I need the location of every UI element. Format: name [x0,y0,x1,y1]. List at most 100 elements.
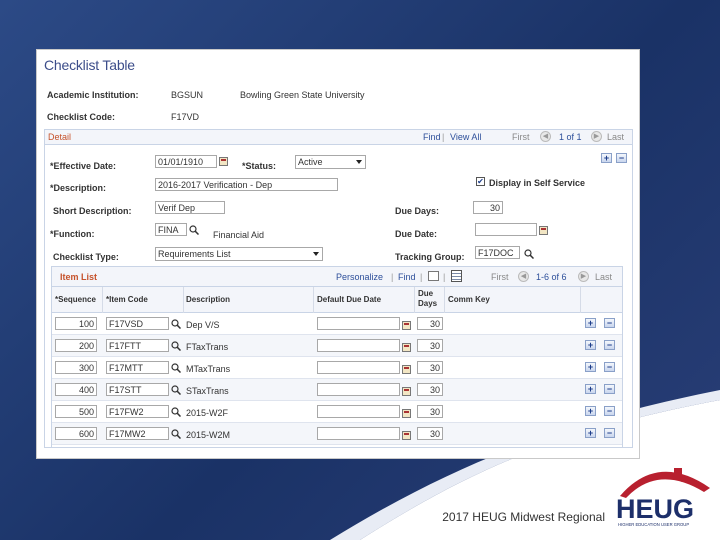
next-arrow-icon[interactable]: ▶ [591,131,602,142]
default-due-date-input[interactable] [317,339,400,352]
due-days-input[interactable]: 30 [417,383,443,396]
lookup-icon[interactable] [189,225,199,235]
due-days-input[interactable]: 30 [417,339,443,352]
calendar-icon[interactable] [539,226,548,235]
display-in-self-service-label: Display in Self Service [489,178,586,188]
personalize-link[interactable]: Personalize [336,272,383,282]
column-divider [102,287,103,313]
description-input[interactable]: 2016-2017 Verification - Dep [155,178,338,191]
due-days-input[interactable]: 30 [417,427,443,440]
delete-row-icon[interactable]: − [604,340,615,350]
calendar-icon[interactable] [219,157,228,166]
sequence-input[interactable]: 400 [55,383,97,396]
short-description-input[interactable]: Verif Dep [155,201,225,214]
table-row: 400 F17STT STaxTrans 30 + − [52,379,622,401]
calendar-icon[interactable] [402,321,411,330]
delete-row-icon[interactable]: − [604,362,615,372]
previous-arrow-icon[interactable]: ◀ [540,131,551,142]
lookup-icon[interactable] [171,341,181,351]
due-date-label: Due Date: [395,229,438,239]
lookup-icon[interactable] [171,429,181,439]
add-row-icon[interactable]: + [601,153,612,163]
due-days-input[interactable]: 30 [473,201,503,214]
column-header-due-days: Due Days [418,289,438,308]
default-due-date-input[interactable] [317,361,400,374]
checklist-code-label: Checklist Code: [47,112,116,122]
lookup-icon[interactable] [524,249,534,259]
detail-find-link[interactable]: Find [423,132,441,142]
table-row: 500 F17FW2 2015-W2F 30 + − [52,401,622,423]
lookup-icon[interactable] [171,385,181,395]
due-days-input[interactable]: 30 [417,405,443,418]
item-code-input[interactable]: F17FW2 [106,405,169,418]
add-row-icon[interactable]: + [585,362,596,372]
add-row-icon[interactable]: + [585,428,596,438]
item-code-input[interactable]: F17FTT [106,339,169,352]
separator: | [391,272,394,282]
table-row: 100 F17VSD Dep V/S 30 + − [52,313,622,335]
column-divider [313,287,314,313]
item-list-first-label: First [491,272,509,282]
calendar-icon[interactable] [402,431,411,440]
sequence-input[interactable]: 100 [55,317,97,330]
item-description: Dep V/S [186,320,220,330]
logo-text: HEUG [616,494,694,524]
add-row-icon[interactable]: + [585,318,596,328]
calendar-icon[interactable] [402,365,411,374]
add-row-icon[interactable]: + [585,340,596,350]
item-list-last-label: Last [595,272,613,282]
heug-logo: HEUG HIGHER EDUCATION USER GROUP [616,468,710,527]
default-due-date-input[interactable] [317,405,400,418]
sequence-input[interactable]: 300 [55,361,97,374]
status-select[interactable]: Active [295,155,366,169]
due-date-input[interactable] [475,223,537,236]
detail-view-all-link[interactable]: View All [450,132,481,142]
item-list-header: Item List [60,272,98,282]
default-due-date-input[interactable] [317,383,400,396]
calendar-icon[interactable] [402,387,411,396]
item-code-input[interactable]: F17MTT [106,361,169,374]
default-due-date-input[interactable] [317,317,400,330]
calendar-icon[interactable] [402,409,411,418]
lookup-icon[interactable] [171,407,181,417]
function-input[interactable]: FINA [155,223,187,236]
column-header-default-due-date: Default Due Date [317,295,382,304]
add-row-icon[interactable]: + [585,384,596,394]
download-spreadsheet-icon[interactable] [451,270,462,282]
sequence-input[interactable]: 200 [55,339,97,352]
checklist-type-select[interactable]: Requirements List [155,247,323,261]
previous-arrow-icon[interactable]: ◀ [518,271,529,282]
default-due-date-input[interactable] [317,427,400,440]
separator: | [420,272,423,282]
lookup-icon[interactable] [171,363,181,373]
academic-institution-label: Academic Institution: [47,90,139,100]
sequence-input[interactable]: 600 [55,427,97,440]
checklist-type-value: Requirements List [158,249,231,259]
item-code-input[interactable]: F17MW2 [106,427,169,440]
column-divider [183,287,184,313]
effective-date-input[interactable]: 01/01/1910 [155,155,217,168]
sequence-input[interactable]: 500 [55,405,97,418]
delete-row-icon[interactable]: − [604,406,615,416]
next-arrow-icon[interactable]: ▶ [578,271,589,282]
delete-row-icon[interactable]: − [616,153,627,163]
display-in-self-service-checkbox[interactable]: ✔ [476,177,485,186]
status-value: Active [298,157,323,167]
item-code-input[interactable]: F17STT [106,383,169,396]
item-code-input[interactable]: F17VSD [106,317,169,330]
item-list-find-link[interactable]: Find [398,272,416,282]
tracking-group-input[interactable]: F17DOC [475,246,520,259]
lookup-icon[interactable] [171,319,181,329]
detail-last-label: Last [607,132,625,142]
add-row-icon[interactable]: + [585,406,596,416]
delete-row-icon[interactable]: − [604,428,615,438]
due-days-input[interactable]: 30 [417,317,443,330]
delete-row-icon[interactable]: − [604,384,615,394]
due-days-input[interactable]: 30 [417,361,443,374]
status-label: *Status: [242,161,277,171]
function-description: Financial Aid [213,230,265,240]
view-grid-icon[interactable] [428,271,439,281]
item-description: 2015-W2F [186,408,229,418]
calendar-icon[interactable] [402,343,411,352]
delete-row-icon[interactable]: − [604,318,615,328]
